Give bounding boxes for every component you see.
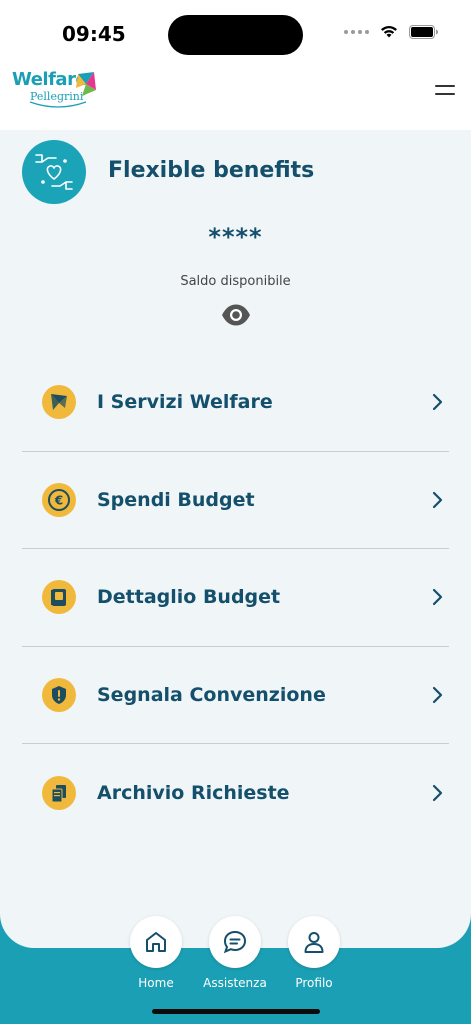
menu-item-label: Dettaglio Budget [97,586,281,609]
app-header: Welfare Pellegrini [0,62,471,130]
chat-icon [223,930,247,954]
menu-line-icon [435,93,455,95]
tab-profilo[interactable]: Profilo [274,916,354,990]
chevron-right-icon [432,589,443,606]
menu-item-spendi-budget[interactable]: € Spendi Budget [22,452,449,549]
tab-label: Assistenza [203,976,267,990]
benefits-menu-list: I Servizi Welfare € Spendi Budget Dettag… [22,354,449,842]
menu-item-label: I Servizi Welfare [97,391,273,414]
home-indicator [152,1009,320,1014]
chevron-right-icon [432,686,443,703]
euro-coin-icon: € [42,482,76,517]
eye-toggle-icon[interactable] [220,302,252,328]
flexible-benefits-title: Flexible benefits [108,158,315,183]
tab-home[interactable]: Home [116,916,196,990]
welfare-pellegrini-logo[interactable]: Welfare Pellegrini [10,66,110,112]
balance-value: **** [208,223,263,251]
bottom-tab-bar: Home Assistenza Profilo [0,916,471,1024]
menu-item-label: Archivio Richieste [97,781,290,804]
logo-swoosh-icon [29,101,87,108]
profilo-tab-button[interactable] [288,916,340,968]
battery-icon [409,24,438,39]
menu-item-label: Segnala Convenzione [97,683,326,706]
home-tab-button[interactable] [130,916,182,968]
chevron-right-icon [432,394,443,411]
home-icon [146,932,166,952]
balance-label: Saldo disponibile [180,274,291,289]
menu-line-icon [435,85,455,87]
hamburger-menu-button[interactable] [435,78,459,102]
chevron-right-icon [432,784,443,801]
flexible-benefits-icon [22,140,86,204]
menu-item-segnala-convenzione[interactable]: Segnala Convenzione [22,647,449,744]
chevron-right-icon [432,491,443,508]
main-content: Flexible benefits **** Saldo disponibile… [0,130,471,948]
tab-label: Home [138,976,174,990]
assistenza-tab-button[interactable] [209,916,261,968]
dynamic-island [168,15,303,55]
kite-logo-icon [76,72,96,96]
tab-label: Profilo [295,976,333,990]
status-bar: 09:45 [0,0,471,62]
tab-assistenza[interactable]: Assistenza [195,916,275,990]
user-icon [304,932,324,953]
signal-dots-icon [344,29,369,34]
menu-item-servizi-welfare[interactable]: I Servizi Welfare [22,354,449,452]
menu-item-label: Spendi Budget [97,488,255,511]
status-icons [344,24,439,39]
kite-icon [42,385,76,420]
documents-icon [42,775,76,810]
menu-item-archivio-richieste[interactable]: Archivio Richieste [22,744,449,842]
svg-text:€: € [54,493,63,507]
wallet-icon [42,580,76,615]
hands-heart-icon [35,154,73,190]
status-time: 09:45 [62,22,126,46]
shield-alert-icon [42,677,76,712]
menu-item-dettaglio-budget[interactable]: Dettaglio Budget [22,549,449,647]
wifi-icon [381,26,397,38]
